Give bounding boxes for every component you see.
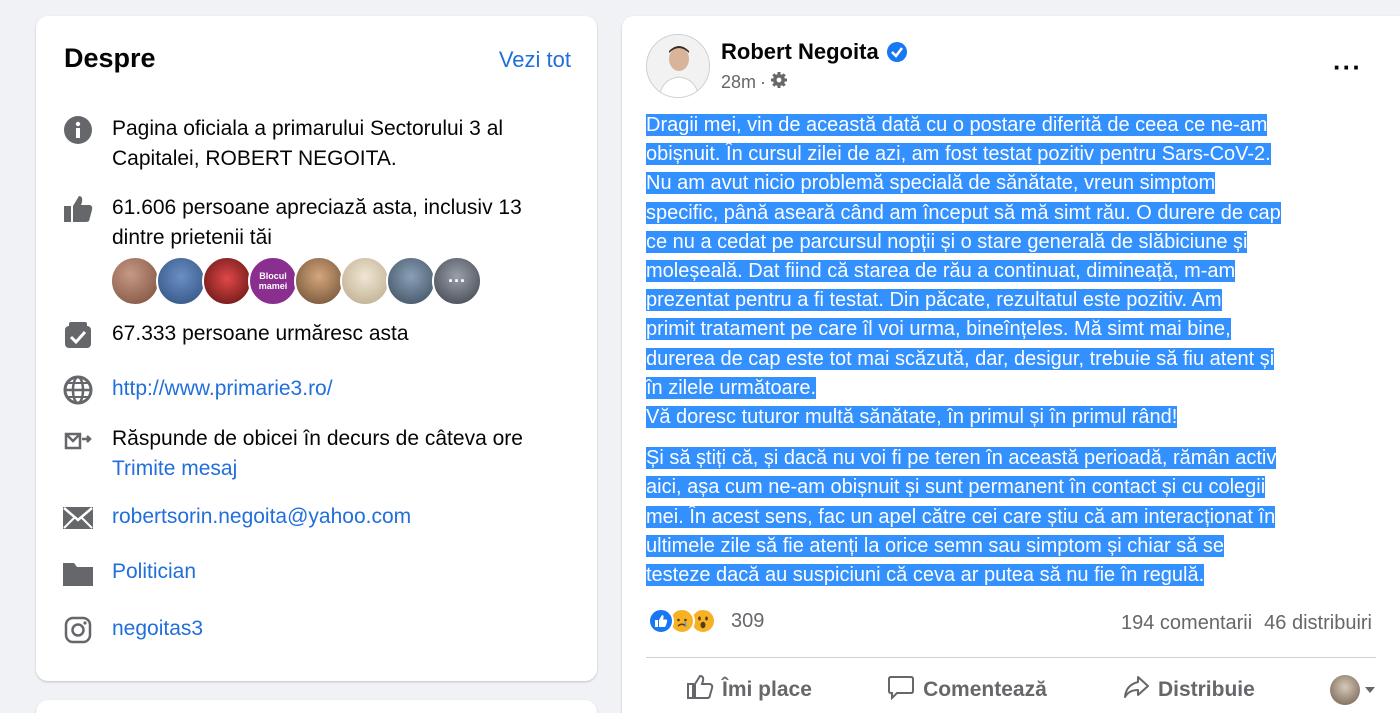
comment-label: Comentează xyxy=(923,678,1047,701)
about-response-row: Răspunde de obicei în decurs de câteva o… xyxy=(62,424,577,484)
friend-avatar[interactable]: Blocul mamei xyxy=(248,256,298,306)
friend-avatar[interactable] xyxy=(156,256,206,306)
instagram-icon xyxy=(62,614,94,646)
post-text-line: durerea de cap este tot mai scăzută, dar… xyxy=(646,347,1275,370)
like-label: Îmi place xyxy=(722,678,812,701)
post-text-line: primit tratament pe care îl voi urma, bi… xyxy=(646,318,1231,341)
author-avatar[interactable] xyxy=(646,34,710,98)
post-text-line: prezentat pentru a fi testat. Din păcate… xyxy=(646,289,1222,312)
meta-separator: · xyxy=(760,72,767,92)
about-description-row: Pagina oficiala a primarului Sectorului … xyxy=(62,114,577,174)
category-folder-icon xyxy=(62,557,94,589)
about-likes-row: 61.606 persoane apreciază asta, inclusiv… xyxy=(62,193,577,253)
reactions-summary[interactable]: 309 xyxy=(648,608,764,634)
friend-avatar[interactable]: ··· xyxy=(432,256,482,306)
followers-text: 67.333 persoane urmăresc asta xyxy=(112,322,409,345)
about-email-row: robertsorin.negoita@yahoo.com xyxy=(62,502,577,534)
user-avatar-small xyxy=(1329,675,1360,705)
globe-icon xyxy=(62,374,94,406)
post-text-line: Și să știți că, și dacă nu voi fi pe ter… xyxy=(646,447,1277,470)
share-label: Distribuie xyxy=(1157,678,1255,701)
post-text-line: obișnuit. În cursul zilei de azi, am fos… xyxy=(646,143,1271,166)
likes-text: 61.606 persoane apreciază asta, inclusiv… xyxy=(112,196,522,249)
post-paragraph-1: Dragii mei, vin de această dată cu o pos… xyxy=(646,111,1396,432)
see-all-link[interactable]: Vezi tot xyxy=(499,47,571,73)
post-text-line: Vă doresc tuturor multă sănătate, în pri… xyxy=(646,406,1178,429)
post-options-icon[interactable]: ··· xyxy=(1333,52,1362,83)
about-website-row: http://www.primarie3.ro/ xyxy=(62,374,577,406)
about-instagram-row: negoitas3 xyxy=(62,614,577,646)
post-text-line: ce nu a cedat pe parcursul nopții și o s… xyxy=(646,230,1248,253)
post-text-line: Dragii mei, vin de această dată cu o pos… xyxy=(646,114,1268,136)
about-card: Despre Vezi tot Pagina oficiala a primar… xyxy=(36,16,597,681)
actions-divider xyxy=(646,657,1376,658)
post-body: Dragii mei, vin de această dată cu o pos… xyxy=(646,111,1396,602)
post-text-line: testeze dacă au suspiciuni că ceva ar pu… xyxy=(646,564,1205,587)
engagement-counts: 194 comentarii 46 distribuiri xyxy=(1121,612,1372,635)
email-link[interactable]: robertsorin.negoita@yahoo.com xyxy=(112,502,411,532)
like-reaction-icon xyxy=(648,608,674,634)
post-paragraph-2: Și să știți că, și dacă nu voi fi pe ter… xyxy=(646,444,1396,590)
post-author[interactable]: Robert Negoita xyxy=(721,39,907,65)
post-text-line: aici, așa cum ne-am obișnuit și sunt per… xyxy=(646,476,1266,499)
chevron-down-icon xyxy=(1364,678,1376,702)
friends-avatars: Blocul mamei ··· xyxy=(110,256,482,306)
comments-count[interactable]: 194 comentarii xyxy=(1121,612,1252,635)
audience-gear-icon xyxy=(770,71,788,94)
friend-avatar-text: Blocul mamei xyxy=(258,271,288,291)
post-text-line: Nu am avut nicio problemă specială de să… xyxy=(646,172,1216,195)
audience-selector[interactable] xyxy=(1310,675,1376,705)
shares-count[interactable]: 46 distribuiri xyxy=(1264,612,1372,635)
comment-bubble-icon xyxy=(887,673,915,707)
next-card xyxy=(36,700,597,713)
like-button[interactable]: Îmi place xyxy=(646,673,832,707)
post-text-line: în zilele următoare. xyxy=(646,376,817,399)
followers-check-icon xyxy=(62,319,94,351)
website-link[interactable]: http://www.primarie3.ro/ xyxy=(112,374,333,404)
post-text-line: ultimele zile să fie atenți la orice sem… xyxy=(646,534,1225,557)
info-icon xyxy=(62,114,94,146)
post-actions-bar: Îmi place Comentează Distribuie xyxy=(646,668,1376,712)
friend-avatar[interactable] xyxy=(386,256,436,306)
reaction-count[interactable]: 309 xyxy=(731,610,764,633)
about-title: Despre xyxy=(64,43,156,73)
about-category-row: Politician xyxy=(62,557,577,589)
post-text-line: mei. În acest sens, fac un apel către ce… xyxy=(646,505,1276,528)
post-text-line: specific, până aseară când am început să… xyxy=(646,201,1281,224)
category-link[interactable]: Politician xyxy=(112,557,196,587)
envelope-icon xyxy=(62,502,94,534)
send-message-link[interactable]: Trimite mesaj xyxy=(112,454,523,484)
about-followers-row: 67.333 persoane urmăresc asta xyxy=(62,319,577,351)
thumbs-up-icon xyxy=(62,193,94,225)
message-reply-icon xyxy=(62,424,94,456)
comment-button[interactable]: Comentează xyxy=(867,673,1067,707)
friend-avatar[interactable] xyxy=(340,256,390,306)
post-card: Robert Negoita 28m · ··· Dragii mei, vin… xyxy=(622,16,1400,713)
post-time[interactable]: 28m xyxy=(721,72,756,93)
response-time-text: Răspunde de obicei în decurs de câteva o… xyxy=(112,427,523,450)
verified-badge-icon xyxy=(886,42,907,62)
thumbs-up-outline-icon xyxy=(686,673,714,707)
post-text-line: moleșeală. Dat fiind că starea de rău a … xyxy=(646,260,1236,283)
page-description: Pagina oficiala a primarului Sectorului … xyxy=(112,117,504,170)
instagram-link[interactable]: negoitas3 xyxy=(112,614,203,644)
author-name[interactable]: Robert Negoita xyxy=(721,39,879,65)
friend-avatar[interactable] xyxy=(110,256,160,306)
more-dots-icon: ··· xyxy=(448,270,466,291)
share-arrow-icon xyxy=(1122,673,1150,707)
share-button[interactable]: Distribuie xyxy=(1102,673,1275,707)
post-meta: 28m · xyxy=(721,71,788,94)
friend-avatar[interactable] xyxy=(202,256,252,306)
friend-avatar[interactable] xyxy=(294,256,344,306)
